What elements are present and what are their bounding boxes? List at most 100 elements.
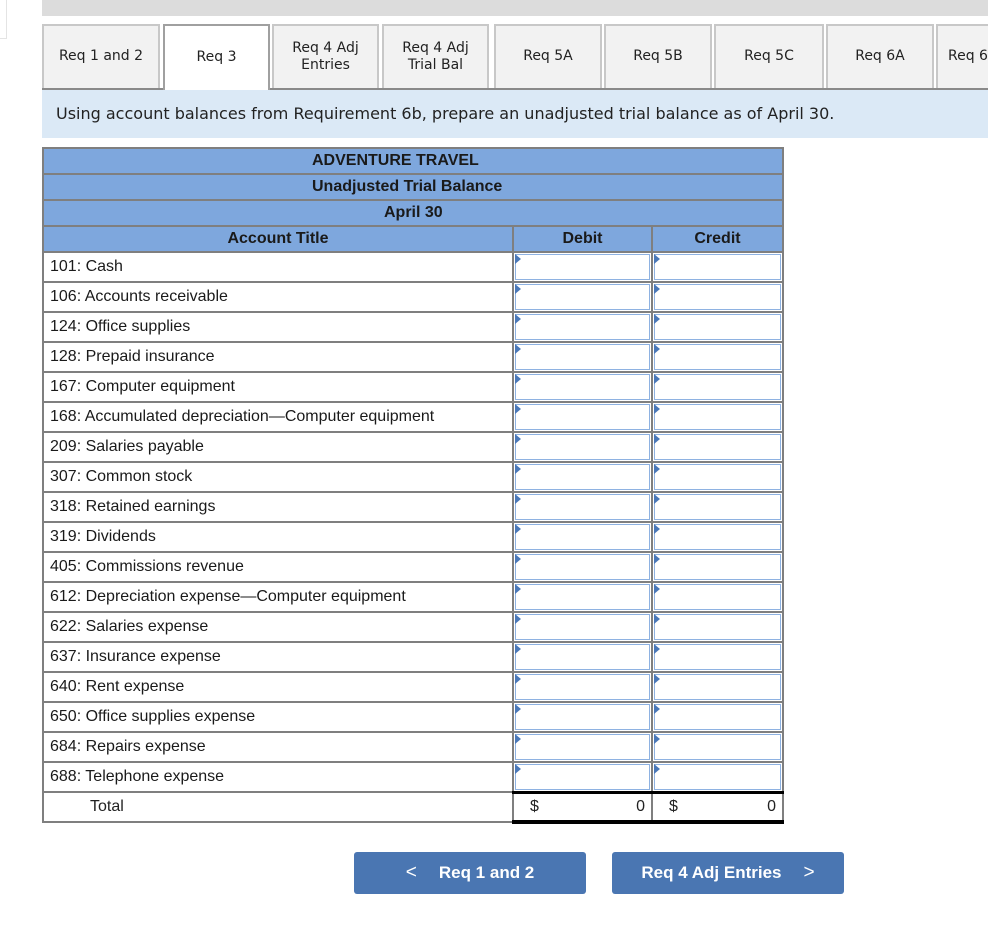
debit-input[interactable] xyxy=(515,374,650,400)
credit-cell xyxy=(651,311,784,343)
debit-cell xyxy=(512,491,653,523)
company-name: ADVENTURE TRAVEL xyxy=(42,147,784,175)
credit-cell xyxy=(651,641,784,673)
credit-input[interactable] xyxy=(654,704,781,730)
debit-cell xyxy=(512,731,653,763)
debit-input[interactable] xyxy=(515,704,650,730)
debit-input[interactable] xyxy=(515,494,650,520)
tab-req-4-adj-trial-bal[interactable]: Req 4 Adj Trial Bal xyxy=(382,24,489,88)
credit-input[interactable] xyxy=(654,314,781,340)
account-row: 640: Rent expense xyxy=(42,671,784,703)
tab-req-3[interactable]: Req 3 xyxy=(163,24,270,90)
total-credit: $ 0 xyxy=(651,790,784,824)
credit-input[interactable] xyxy=(654,764,781,790)
credit-input[interactable] xyxy=(654,374,781,400)
credit-input[interactable] xyxy=(654,644,781,670)
credit-cell xyxy=(651,521,784,553)
credit-input[interactable] xyxy=(654,404,781,430)
next-button-label: Req 4 Adj Entries xyxy=(641,863,782,882)
account-row: 124: Office supplies xyxy=(42,311,784,343)
instruction-text: Using account balances from Requirement … xyxy=(42,90,988,138)
credit-cell xyxy=(651,701,784,733)
debit-cell xyxy=(512,641,653,673)
requirement-tabs: Req 1 and 2 Req 3 Req 4 Adj Entries Req … xyxy=(42,24,988,90)
account-row: 101: Cash xyxy=(42,251,784,283)
credit-input[interactable] xyxy=(654,494,781,520)
debit-cell xyxy=(512,611,653,643)
total-credit-amount: 0 xyxy=(767,797,776,815)
debit-input[interactable] xyxy=(515,554,650,580)
debit-input[interactable] xyxy=(515,434,650,460)
next-button[interactable]: Req 4 Adj Entries > xyxy=(612,852,844,894)
debit-input[interactable] xyxy=(515,764,650,790)
debit-input[interactable] xyxy=(515,644,650,670)
debit-cell xyxy=(512,431,653,463)
credit-cell xyxy=(651,581,784,613)
account-rows: 101: Cash 106: Accounts receivable 124: Of… xyxy=(42,251,784,793)
total-debit-currency: $ xyxy=(530,797,539,815)
credit-input[interactable] xyxy=(654,614,781,640)
credit-cell xyxy=(651,251,784,283)
debit-input[interactable] xyxy=(515,284,650,310)
credit-input[interactable] xyxy=(654,554,781,580)
debit-input[interactable] xyxy=(515,524,650,550)
debit-cell xyxy=(512,401,653,433)
credit-input[interactable] xyxy=(654,284,781,310)
credit-input[interactable] xyxy=(654,254,781,280)
tab-req-5c[interactable]: Req 5C xyxy=(714,24,824,88)
debit-cell xyxy=(512,251,653,283)
tab-req-4-adj-entries[interactable]: Req 4 Adj Entries xyxy=(272,24,379,88)
tab-req-1-and-2[interactable]: Req 1 and 2 xyxy=(42,24,160,88)
account-title: 684: Repairs expense xyxy=(42,731,514,763)
debit-cell xyxy=(512,461,653,493)
debit-input[interactable] xyxy=(515,254,650,280)
total-debit-amount: 0 xyxy=(636,797,645,815)
tab-req-6a[interactable]: Req 6A xyxy=(826,24,934,88)
credit-input[interactable] xyxy=(654,524,781,550)
debit-input[interactable] xyxy=(515,674,650,700)
tab-req-6b[interactable]: Req 6 xyxy=(936,24,988,88)
debit-cell xyxy=(512,311,653,343)
account-row: 167: Computer equipment xyxy=(42,371,784,403)
credit-cell xyxy=(651,371,784,403)
debit-input[interactable] xyxy=(515,734,650,760)
credit-cell xyxy=(651,401,784,433)
prev-button[interactable]: < Req 1 and 2 xyxy=(354,852,586,894)
credit-cell xyxy=(651,671,784,703)
credit-input[interactable] xyxy=(654,734,781,760)
credit-cell xyxy=(651,341,784,373)
account-row: 622: Salaries expense xyxy=(42,611,784,643)
debit-cell xyxy=(512,761,653,793)
debit-input[interactable] xyxy=(515,344,650,370)
debit-cell xyxy=(512,281,653,313)
debit-input[interactable] xyxy=(515,584,650,610)
account-title: 640: Rent expense xyxy=(42,671,514,703)
credit-cell xyxy=(651,731,784,763)
credit-input[interactable] xyxy=(654,434,781,460)
debit-input[interactable] xyxy=(515,404,650,430)
credit-cell xyxy=(651,461,784,493)
account-title: 167: Computer equipment xyxy=(42,371,514,403)
credit-input[interactable] xyxy=(654,674,781,700)
debit-input[interactable] xyxy=(515,314,650,340)
credit-input[interactable] xyxy=(654,584,781,610)
credit-cell xyxy=(651,491,784,523)
account-title: 168: Accumulated depreciation—Computer e… xyxy=(42,401,514,433)
credit-input[interactable] xyxy=(654,464,781,490)
credit-input[interactable] xyxy=(654,344,781,370)
prev-button-label: Req 1 and 2 xyxy=(438,863,535,882)
chevron-right-icon: > xyxy=(803,862,815,883)
account-title: 101: Cash xyxy=(42,251,514,283)
account-title: 688: Telephone expense xyxy=(42,761,514,793)
credit-cell xyxy=(651,761,784,793)
tab-req-5a[interactable]: Req 5A xyxy=(494,24,602,88)
debit-input[interactable] xyxy=(515,614,650,640)
account-row: 688: Telephone expense xyxy=(42,761,784,793)
account-row: 637: Insurance expense xyxy=(42,641,784,673)
debit-input[interactable] xyxy=(515,464,650,490)
trial-balance-table: ADVENTURE TRAVEL Unadjusted Trial Balanc… xyxy=(42,147,784,824)
tab-req-5b[interactable]: Req 5B xyxy=(604,24,712,88)
account-row: 168: Accumulated depreciation—Computer e… xyxy=(42,401,784,433)
total-credit-currency: $ xyxy=(669,797,678,815)
account-title: 405: Commissions revenue xyxy=(42,551,514,583)
